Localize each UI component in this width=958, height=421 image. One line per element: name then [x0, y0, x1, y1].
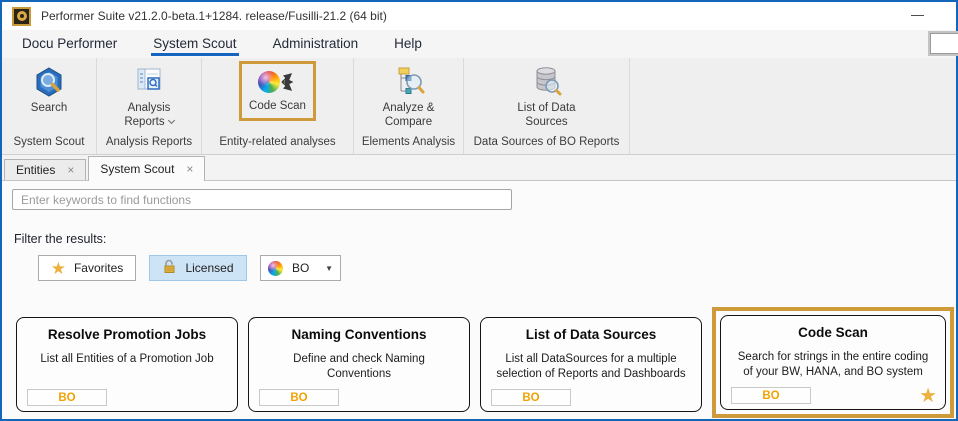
ribbon-group-analysis-reports: Analysis Reports Analysis Reports: [97, 58, 202, 154]
card-description: Search for strings in the entire coding …: [734, 350, 932, 380]
report-magnifier-icon: [132, 65, 166, 99]
card-description: List all DataSources for a multiple sele…: [494, 352, 688, 382]
code-scan-button[interactable]: Code Scan: [239, 61, 316, 121]
system-badge: BO: [491, 389, 571, 406]
system-badge: BO: [259, 389, 339, 406]
ribbon-group-data-sources: List of Data Sources Data Sources of BO …: [464, 58, 630, 154]
document-tab-bar: Entities × System Scout ×: [2, 155, 956, 181]
ribbon-group-label: Entity-related analyses: [202, 130, 353, 154]
filter-results-label: Filter the results:: [14, 232, 956, 246]
function-cards-row: Resolve Promotion Jobs List all Entities…: [2, 307, 956, 418]
minimize-icon[interactable]: —: [911, 7, 946, 26]
star-icon: ★: [51, 260, 66, 277]
rainbow-sphere-arrows-icon: [261, 67, 295, 97]
open-padlock-icon: [162, 259, 177, 277]
licensed-label: Licensed: [185, 261, 233, 275]
system-badge: BO: [731, 387, 811, 404]
card-naming-conventions[interactable]: Naming Conventions Define and check Nami…: [248, 317, 470, 412]
quick-search-box[interactable]: [930, 33, 958, 54]
title-bar: Performer Suite v21.2.0-beta.1+1284. rel…: [2, 2, 956, 30]
ribbon-group-system-scout: Search System Scout: [2, 58, 97, 154]
ribbon-button-label: Analyze & Compare: [366, 101, 452, 130]
favorites-label: Favorites: [74, 261, 123, 275]
ribbon-button-label: Code Scan: [249, 99, 306, 113]
tab-label: System Scout: [100, 162, 174, 176]
list-data-sources-button[interactable]: List of Data Sources: [504, 58, 590, 130]
scope-dropdown[interactable]: BO ▼: [260, 255, 341, 281]
highlight-annotation: Code Scan Search for strings in the enti…: [712, 307, 954, 418]
keyword-search-input[interactable]: [12, 189, 512, 210]
system-scout-page: Filter the results: ★ Favorites Licensed: [2, 181, 956, 419]
app-logo-icon: [12, 7, 31, 26]
card-title: Naming Conventions: [249, 327, 469, 342]
bo-sphere-icon: [268, 261, 283, 276]
ribbon-button-label: Search: [31, 101, 67, 115]
menu-item-docu-performer[interactable]: Docu Performer: [20, 33, 119, 56]
tab-entities[interactable]: Entities ×: [4, 159, 86, 180]
close-icon[interactable]: ×: [67, 163, 74, 177]
ribbon-group-label: Data Sources of BO Reports: [464, 130, 629, 154]
menu-bar: Docu Performer System Scout Administrati…: [2, 30, 956, 58]
search-hexagon-icon: [32, 65, 66, 99]
search-button[interactable]: Search: [31, 58, 67, 115]
menu-item-administration[interactable]: Administration: [271, 33, 361, 56]
card-description: Define and check Naming Conventions: [262, 352, 456, 382]
close-icon[interactable]: ×: [186, 162, 193, 176]
scope-dropdown-value: BO: [292, 261, 309, 275]
app-window: Performer Suite v21.2.0-beta.1+1284. rel…: [0, 0, 958, 421]
card-resolve-promotion-jobs[interactable]: Resolve Promotion Jobs List all Entities…: [16, 317, 238, 412]
chevron-down-icon: ▼: [325, 264, 333, 273]
licensed-filter-button[interactable]: Licensed: [149, 255, 247, 281]
favorite-star-icon[interactable]: ★: [919, 383, 937, 408]
database-magnifier-icon: [530, 65, 564, 99]
favorites-filter-button[interactable]: ★ Favorites: [38, 255, 136, 281]
window-title: Performer Suite v21.2.0-beta.1+1284. rel…: [41, 9, 387, 23]
ribbon-button-label: Analysis Reports: [106, 101, 192, 130]
tab-system-scout[interactable]: System Scout ×: [88, 156, 205, 181]
ribbon-group-label: System Scout: [2, 130, 96, 154]
analysis-reports-button[interactable]: Analysis Reports: [106, 58, 192, 130]
ribbon-group-label: Elements Analysis: [354, 130, 463, 154]
tree-magnifier-icon: [392, 65, 426, 99]
system-badge: BO: [27, 389, 107, 406]
ribbon-group-elements-analysis: Analyze & Compare Elements Analysis: [354, 58, 464, 154]
ribbon-filler: [630, 58, 956, 154]
card-title: Code Scan: [721, 325, 945, 340]
card-code-scan[interactable]: Code Scan Search for strings in the enti…: [720, 315, 946, 410]
ribbon-group-entity-analyses: Code Scan Entity-related analyses: [202, 58, 354, 154]
analyze-compare-button[interactable]: Analyze & Compare: [366, 58, 452, 130]
menu-item-help[interactable]: Help: [392, 33, 424, 56]
card-title: List of Data Sources: [481, 327, 701, 342]
card-title: Resolve Promotion Jobs: [17, 327, 237, 342]
ribbon-group-label: Analysis Reports: [97, 130, 201, 154]
filter-row: ★ Favorites Licensed BO ▼: [38, 255, 956, 281]
card-description: List all Entities of a Promotion Job: [30, 352, 224, 367]
ribbon-button-label: List of Data Sources: [504, 101, 590, 130]
card-list-of-data-sources[interactable]: List of Data Sources List all DataSource…: [480, 317, 702, 412]
tab-label: Entities: [16, 163, 55, 177]
ribbon: Search System Scout: [2, 58, 956, 155]
menu-item-system-scout[interactable]: System Scout: [151, 33, 238, 56]
chevron-down-icon: [168, 117, 175, 124]
